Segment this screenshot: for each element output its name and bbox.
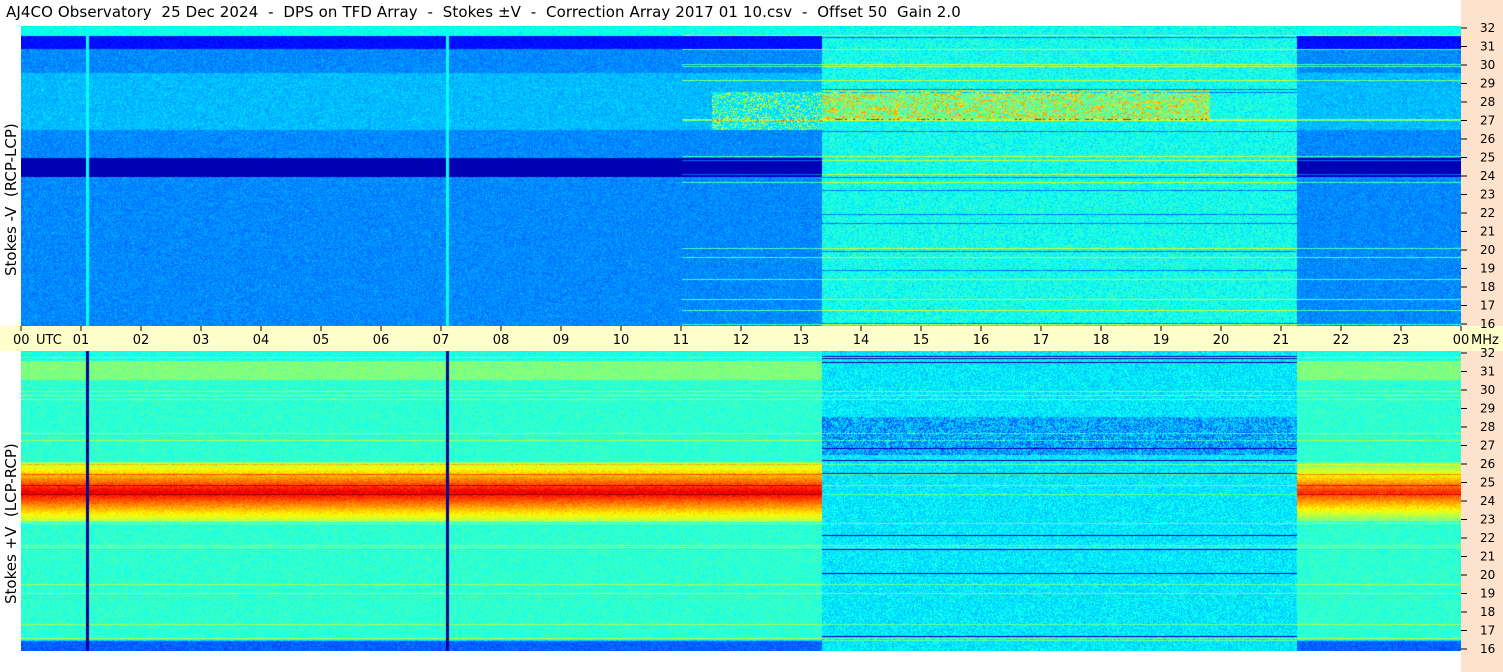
- utc-tick-label: 01: [73, 333, 90, 348]
- top-mhz-label: 23: [1480, 188, 1495, 202]
- top-mhz-label: 30: [1480, 58, 1495, 72]
- utc-tick-label: 11: [673, 333, 690, 348]
- utc-tick-label: 10: [613, 333, 630, 348]
- bottom-mhz-label: 21: [1480, 550, 1495, 564]
- bottom-mhz-label: 17: [1480, 624, 1495, 638]
- top-mhz-label: 32: [1480, 21, 1495, 35]
- top-mhz-label: 19: [1480, 262, 1495, 276]
- bottom-mhz-label: 30: [1480, 383, 1495, 397]
- utc-tick-label: 16: [973, 333, 990, 348]
- bottom-mhz-label: 32: [1480, 346, 1495, 360]
- utc-tick-label: 17: [1033, 333, 1050, 348]
- utc-tick-label: 00: [13, 333, 30, 348]
- utc-tick-label: 12: [733, 333, 750, 348]
- top-mhz-label: 25: [1480, 151, 1495, 165]
- utc-tick-label: 22: [1333, 333, 1350, 348]
- utc-tick-label: 09: [553, 333, 570, 348]
- top-mhz-label: 22: [1480, 206, 1495, 220]
- utc-tick-label: 20: [1213, 333, 1230, 348]
- utc-tick-label: 07: [433, 333, 450, 348]
- utc-tick-label: 13: [793, 333, 810, 348]
- utc-tick-label: 00: [1453, 333, 1470, 348]
- top-mhz-label: 28: [1480, 95, 1495, 109]
- top-mhz-label: 24: [1480, 169, 1495, 183]
- bottom-mhz-label: 24: [1480, 494, 1495, 508]
- top-mhz-label: 29: [1480, 77, 1495, 91]
- utc-tick-label: 23: [1393, 333, 1410, 348]
- spectrogram-figure: AJ4CO Observatory 25 Dec 2024 - DPS on T…: [0, 0, 1503, 672]
- top-mhz-label: 16: [1480, 317, 1495, 331]
- top-mhz-label: 21: [1480, 225, 1495, 239]
- top-mhz-label: 31: [1480, 40, 1495, 54]
- bottom-mhz-label: 16: [1480, 642, 1495, 656]
- utc-tick-label: 03: [193, 333, 210, 348]
- utc-tick-label: 05: [313, 333, 330, 348]
- bottom-mhz-label: 22: [1480, 531, 1495, 545]
- bottom-mhz-label: 20: [1480, 568, 1495, 582]
- top-mhz-label: 20: [1480, 243, 1495, 257]
- utc-tick-label: 19: [1153, 333, 1170, 348]
- utc-unit-label: UTC: [36, 333, 62, 348]
- bottom-mhz-label: 28: [1480, 420, 1495, 434]
- utc-tick-label: 06: [373, 333, 390, 348]
- utc-tick-label: 08: [493, 333, 510, 348]
- bottom-mhz-label: 31: [1480, 365, 1495, 379]
- utc-tick-label: 02: [133, 333, 150, 348]
- top-mhz-label: 27: [1480, 114, 1495, 128]
- utc-tick-label: 21: [1273, 333, 1290, 348]
- utc-tick-label: 04: [253, 333, 270, 348]
- top-mhz-label: 17: [1480, 299, 1495, 313]
- bottom-mhz-label: 29: [1480, 402, 1495, 416]
- utc-tick-label: 18: [1093, 333, 1110, 348]
- utc-tick-label: 14: [853, 333, 870, 348]
- bottom-mhz-label: 19: [1480, 587, 1495, 601]
- bottom-mhz-label: 27: [1480, 439, 1495, 453]
- bottom-mhz-label: 23: [1480, 513, 1495, 527]
- axis-overlay: 00 01 02 03 04 05 06 07 08 09 10 11 12 13 14 15 16 17 18 19…: [13, 21, 1499, 656]
- bottom-mhz-label: 25: [1480, 476, 1495, 490]
- bottom-mhz-label: 18: [1480, 605, 1495, 619]
- top-mhz-label: 18: [1480, 280, 1495, 294]
- utc-tick-label: 15: [913, 333, 930, 348]
- top-mhz-label: 26: [1480, 132, 1495, 146]
- bottom-mhz-label: 26: [1480, 457, 1495, 471]
